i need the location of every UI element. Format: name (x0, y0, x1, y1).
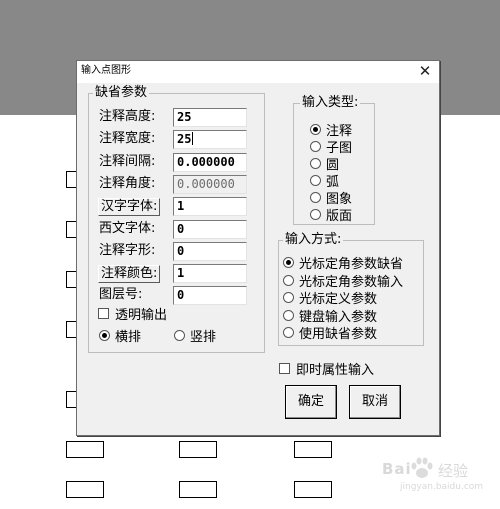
background-rect (294, 481, 332, 498)
dialog-title: 输入点图形 (81, 65, 131, 76)
field-input[interactable]: 1 (173, 264, 247, 283)
input-point-dialog: 输入点图形 ✕ 缺省参数 透明输出 横排 竖排 输入类型: 输入方式: 即时属性… (76, 60, 440, 436)
field-value: 0 (177, 288, 185, 302)
field-input[interactable]: 25 (173, 130, 247, 149)
radio-vertical-label: 竖排 (190, 330, 217, 345)
input-type-radio-dot[interactable] (310, 175, 321, 186)
input-method-option[interactable]: 使用缺省参数 (283, 323, 377, 342)
field-label: 西文字体: (99, 221, 156, 236)
cancel-button[interactable]: 取消 (349, 385, 401, 419)
input-method-radio-dot[interactable] (283, 310, 294, 321)
field-input: 0.000000 (173, 175, 247, 194)
input-type-option[interactable]: 版面 (310, 205, 352, 224)
transparent-output-checkbox[interactable]: 透明输出 (98, 304, 167, 323)
input-method-group-caption: 输入方式: (283, 232, 344, 248)
field-label: 注释高度: (99, 109, 156, 124)
field-label: 注释字形: (99, 243, 156, 258)
field-value: 25 (177, 110, 192, 124)
radio-horizontal-label: 横排 (115, 330, 142, 345)
close-icon[interactable]: ✕ (417, 63, 433, 79)
input-type-radio-dot[interactable] (310, 209, 321, 220)
input-method-option[interactable]: 光标定义参数 (283, 288, 377, 307)
field-input[interactable]: 0 (173, 220, 247, 239)
input-method-option-label: 光标定角参数缺省 (299, 257, 404, 272)
field-label-button[interactable]: 汉字字体: (98, 198, 161, 216)
field-value: 0.000000 (177, 155, 235, 169)
instant-attr-label: 即时属性输入 (296, 363, 375, 378)
field-input[interactable]: 0 (173, 242, 247, 261)
radio-vertical[interactable]: 竖排 (174, 326, 216, 345)
field-label: 注释宽度: (99, 131, 156, 146)
input-method-radio-dot[interactable] (283, 275, 294, 286)
field-input[interactable]: 0 (173, 286, 247, 305)
input-type-radio-dot[interactable] (310, 192, 321, 203)
field-label: 注释间隔: (99, 154, 156, 169)
ok-button[interactable]: 确定 (285, 385, 337, 419)
field-input[interactable]: 1 (173, 197, 247, 216)
defaults-group-caption: 缺省参数 (93, 85, 150, 101)
input-type-radio-dot[interactable] (310, 158, 321, 169)
field-label: 注释角度: (99, 176, 156, 191)
input-type-group-caption: 输入类型: (300, 95, 361, 111)
field-value: 0.000000 (177, 177, 235, 191)
input-method-radio-dot[interactable] (283, 327, 294, 338)
watermark-url: jingyan.baidu.com (400, 482, 484, 492)
field-input[interactable]: 25 (173, 108, 247, 127)
dialog-titlebar: 输入点图形 ✕ (77, 61, 439, 83)
field-value: 0 (177, 222, 185, 236)
input-method-radio-dot[interactable] (283, 257, 294, 268)
input-method-radio-dot[interactable] (283, 292, 294, 303)
background-rect (66, 481, 104, 498)
background-rect (66, 441, 104, 458)
field-value: 1 (177, 266, 185, 280)
field-input[interactable]: 0.000000 (173, 153, 247, 172)
background-rect (179, 441, 217, 458)
radio-vertical-dot[interactable] (174, 330, 185, 341)
input-type-radio-dot[interactable] (310, 141, 321, 152)
input-method-option-label: 使用缺省参数 (299, 327, 378, 342)
radio-horizontal-dot[interactable] (99, 330, 110, 341)
input-type-option-label: 版面 (326, 209, 353, 224)
input-type-radio-dot[interactable] (310, 124, 321, 135)
transparent-output-label: 透明输出 (115, 308, 168, 323)
paw-icon (411, 457, 433, 478)
field-label: 图层号: (99, 287, 143, 302)
background-rect (294, 441, 332, 458)
input-method-option[interactable]: 光标定角参数缺省 (283, 253, 403, 272)
watermark-brand2: 经验 (438, 462, 469, 480)
field-value: 25 (177, 132, 192, 146)
background-rect (179, 481, 217, 498)
instant-attr-box[interactable] (279, 363, 290, 374)
input-method-option-label: 光标定义参数 (299, 292, 378, 307)
transparent-output-box[interactable] (98, 308, 109, 319)
instant-attr-checkbox[interactable]: 即时属性输入 (279, 359, 374, 378)
radio-horizontal[interactable]: 横排 (99, 326, 141, 345)
field-label-button[interactable]: 注释颜色: (98, 265, 161, 283)
text-caret (192, 132, 194, 145)
field-value: 0 (177, 244, 185, 258)
field-value: 1 (177, 199, 185, 213)
baidu-jingyan-watermark: Bai 经验 jingyan.baidu.com (380, 452, 498, 498)
